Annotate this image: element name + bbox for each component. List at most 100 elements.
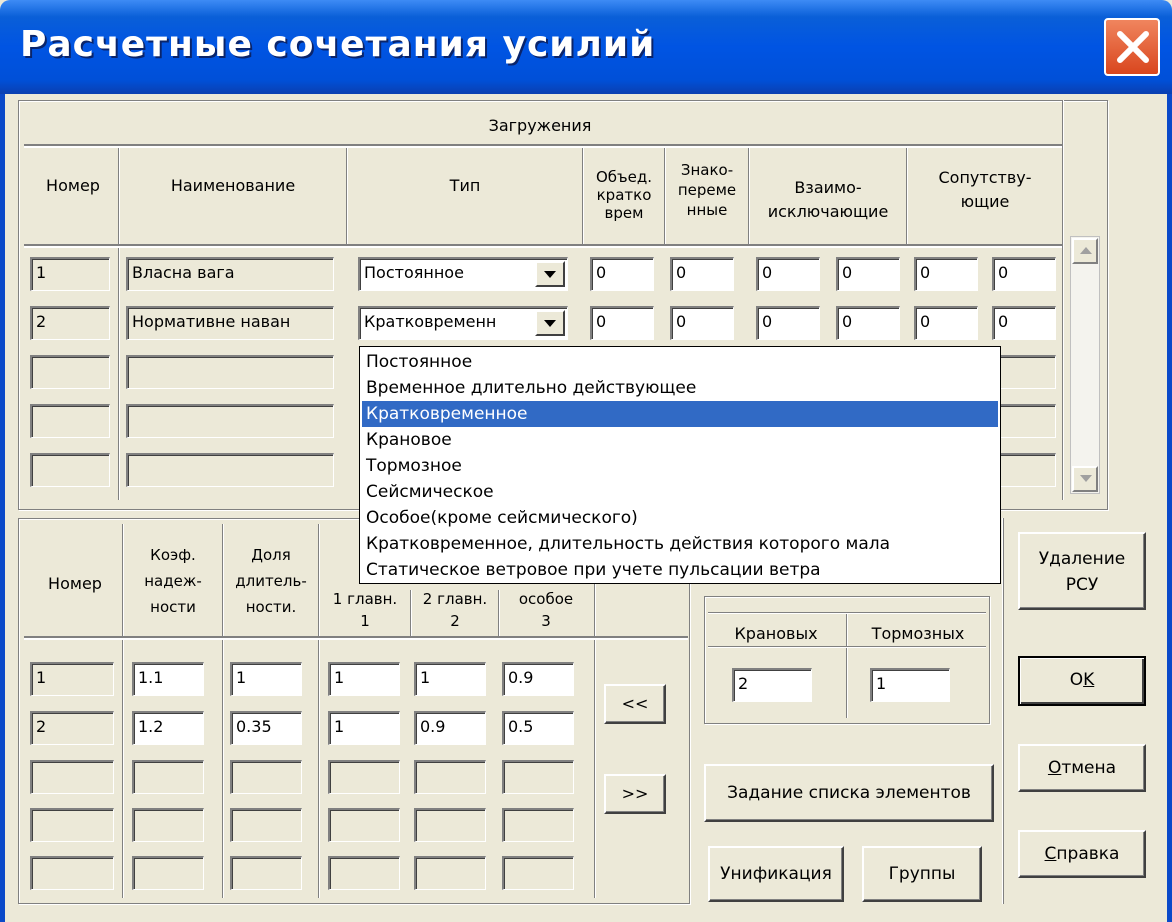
- window-title: Расчетные сочетания усилий: [20, 24, 656, 65]
- main1-input[interactable]: 1: [328, 711, 400, 745]
- close-button[interactable]: [1104, 18, 1160, 76]
- col-divider: [318, 524, 319, 898]
- empty-cell: [230, 808, 302, 842]
- row-accompanying-input-1[interactable]: 0: [914, 306, 978, 340]
- dropdown-option[interactable]: Тормозное: [362, 453, 998, 479]
- dropdown-option-selected[interactable]: Кратковременное: [362, 401, 998, 427]
- type-dropdown-list[interactable]: Постоянное Временное длительно действующ…: [359, 346, 1001, 584]
- header-sign-line: переме: [677, 181, 737, 199]
- header-main2: 2 главн. 2: [412, 588, 498, 632]
- dropdown-option[interactable]: Временное длительно действующее: [362, 375, 998, 401]
- header-exclusive-line: Взаимо-: [794, 178, 862, 197]
- delete-rsu-button[interactable]: Удаление РСУ: [1018, 532, 1146, 610]
- header-divider: [24, 244, 1062, 248]
- help-button[interactable]: Справка: [1018, 830, 1146, 878]
- row-accompanying-input-1[interactable]: 0: [914, 257, 978, 291]
- header-exclusive: Взаимо- исключающие: [750, 176, 906, 224]
- empty-cell: [30, 404, 110, 438]
- row-accompanying-input-2[interactable]: 0: [992, 306, 1056, 340]
- chevron-up-icon: [1080, 247, 1092, 254]
- row-name: Власна вага: [126, 257, 334, 291]
- cancel-label: тмена: [1061, 758, 1117, 778]
- main2-input[interactable]: 1: [414, 662, 486, 696]
- ok-accel: K: [1083, 670, 1095, 690]
- row-accompanying-input-2[interactable]: 0: [992, 257, 1056, 291]
- main1-input[interactable]: 1: [328, 662, 400, 696]
- empty-cell: [132, 856, 204, 890]
- empty-cell: [30, 355, 110, 389]
- reliability-input[interactable]: 1.2: [132, 711, 204, 745]
- special-input[interactable]: 0.5: [502, 711, 574, 745]
- duration-input[interactable]: 0.35: [230, 711, 302, 745]
- header-main2-line: 2 главн.: [422, 590, 488, 608]
- row-number: 1: [30, 257, 110, 291]
- move-left-button[interactable]: <<: [604, 684, 666, 724]
- row-combined-input[interactable]: 0: [590, 306, 654, 340]
- title-bar: Расчетные сочетания усилий: [0, 0, 1172, 94]
- header-exclusive-line: исключающие: [767, 202, 889, 221]
- empty-cell: [328, 760, 400, 794]
- row-sign-input[interactable]: 0: [670, 257, 734, 291]
- special-input[interactable]: 0.9: [502, 662, 574, 696]
- brake-count-input[interactable]: 1: [870, 668, 950, 702]
- header-main1-line: 1: [360, 612, 370, 630]
- row-exclusive-input-2[interactable]: 0: [836, 257, 900, 291]
- scroll-down-button[interactable]: [1072, 466, 1098, 492]
- empty-cell: [502, 856, 574, 890]
- unify-button[interactable]: Унификация: [708, 846, 844, 902]
- header-divider: [24, 636, 688, 640]
- duration-input[interactable]: 1: [230, 662, 302, 696]
- cancel-button[interactable]: Отмена: [1018, 744, 1146, 792]
- empty-cell: [328, 808, 400, 842]
- chevron-down-icon: [544, 271, 556, 278]
- header-number: Номер: [48, 574, 102, 593]
- header-duration-line: ности.: [245, 598, 297, 616]
- empty-cell: [992, 355, 1056, 389]
- dropdown-option[interactable]: Сейсмическое: [362, 479, 998, 505]
- dropdown-option[interactable]: Кратковременное, длительность действия к…: [362, 531, 998, 557]
- dropdown-arrow-button[interactable]: [535, 310, 565, 336]
- empty-cell: [30, 760, 114, 794]
- empty-cell: [230, 856, 302, 890]
- empty-cell: [126, 355, 334, 389]
- element-list-button[interactable]: Задание списка элементов: [704, 764, 994, 822]
- dropdown-option[interactable]: Статическое ветровое при учете пульсации…: [362, 557, 998, 583]
- row-name: Нормативне наван: [126, 306, 334, 340]
- ok-button[interactable]: ОK: [1018, 656, 1146, 706]
- scroll-up-button[interactable]: [1072, 238, 1098, 264]
- row-combined-input[interactable]: 0: [590, 257, 654, 291]
- row-exclusive-input-1[interactable]: 0: [756, 257, 820, 291]
- row-type-select[interactable]: Постоянное: [358, 257, 568, 291]
- frame-right: [1167, 94, 1172, 922]
- header-reliability-line: надеж-: [144, 572, 202, 590]
- col-divider: [222, 524, 223, 898]
- row-exclusive-input-1[interactable]: 0: [756, 306, 820, 340]
- col-divider: [664, 148, 665, 248]
- ok-label: О: [1069, 670, 1084, 690]
- crane-top-divider: [708, 612, 986, 613]
- dropdown-arrow-button[interactable]: [535, 261, 565, 287]
- empty-cell: [30, 808, 114, 842]
- empty-cell: [414, 856, 486, 890]
- reliability-input[interactable]: 1.1: [132, 662, 204, 696]
- main2-input[interactable]: 0.9: [414, 711, 486, 745]
- header-combined-line: Объед.: [595, 168, 653, 186]
- groups-button[interactable]: Группы: [862, 846, 982, 902]
- empty-cell: [30, 856, 114, 890]
- empty-cell: [414, 760, 486, 794]
- empty-cell: [126, 453, 334, 487]
- loads-scrollbar[interactable]: [1070, 236, 1100, 494]
- dropdown-option[interactable]: Крановое: [362, 427, 998, 453]
- col-divider: [118, 148, 119, 500]
- crane-count-input[interactable]: 2: [732, 668, 812, 702]
- row-sign-input[interactable]: 0: [670, 306, 734, 340]
- row-type-select[interactable]: Кратковременн: [358, 306, 568, 340]
- move-right-button[interactable]: >>: [604, 774, 666, 814]
- row-number: 2: [30, 711, 114, 745]
- dropdown-option[interactable]: Особое(кроме сейсмического): [362, 505, 998, 531]
- chevron-down-icon: [1080, 475, 1092, 482]
- dropdown-option[interactable]: Постоянное: [362, 349, 998, 375]
- col-divider: [906, 148, 907, 248]
- header-combined-line: кратко: [596, 186, 652, 204]
- row-exclusive-input-2[interactable]: 0: [836, 306, 900, 340]
